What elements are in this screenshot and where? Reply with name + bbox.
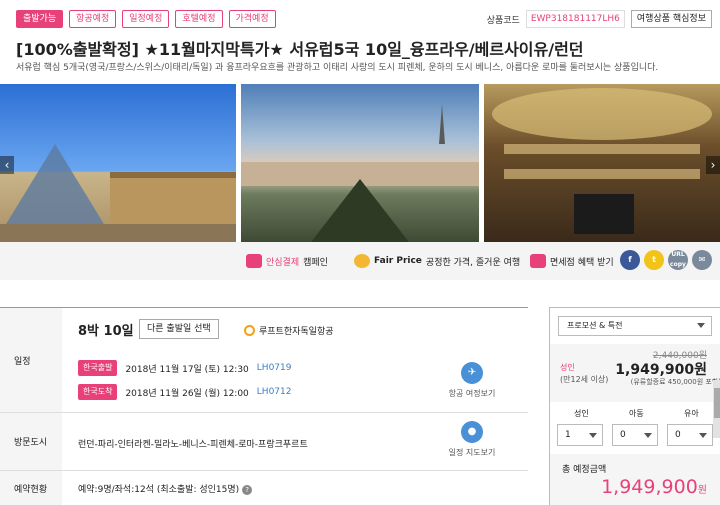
trust-badges: 안심결제 캠페인 Fair Price 공정한 가격, 즐거운 여행 면세점 혜… <box>0 242 720 280</box>
price-scrollbar[interactable] <box>713 380 720 438</box>
map-link[interactable]: ● 일정 지도보기 <box>440 421 504 458</box>
kakaostory-icon[interactable]: t <box>644 250 664 270</box>
tag-price: 가격예정 <box>228 10 276 28</box>
current-price: 1,949,900원 <box>615 362 707 378</box>
fuel-surcharge: (유류할증료 450,000원 포함) <box>630 378 720 386</box>
arrival-flight-code[interactable]: LH0712 <box>257 387 292 397</box>
share-icons: f t URL copy ✉ <box>620 250 712 270</box>
airline-logo-icon <box>244 325 255 336</box>
fair-price-desc: 공정한 가격, 즐거운 여행 <box>425 257 521 268</box>
price-box: 2,440,000원 성인 (만12세 이상) 1,949,900원 (유류할증… <box>550 344 720 438</box>
map-pin-icon: ● <box>461 421 483 443</box>
dutyfree-badge[interactable]: 면세점 혜택 받기 <box>530 254 614 268</box>
tag-hotel: 호텔예정 <box>175 10 223 28</box>
facebook-icon[interactable]: f <box>620 250 640 270</box>
cities-label: 방문도시 <box>0 413 62 470</box>
price-panel: 프로모션 & 특전 2,440,000원 성인 (만12세 이상) 1,949,… <box>549 307 720 505</box>
total-area: 총 예정금액 1,949,900원 <box>550 454 720 505</box>
arrival-datetime: 2018년 11월 26일 (월) 12:00 <box>125 388 249 399</box>
departure-flight-code[interactable]: LH0719 <box>257 363 292 373</box>
prev-photo-button[interactable]: ‹ <box>0 156 14 174</box>
tag-available: 출발가능 <box>16 10 64 28</box>
adult-count-label: 성인 <box>574 409 589 418</box>
url-copy-icon[interactable]: URL copy <box>668 250 688 270</box>
mall-illustration <box>492 88 712 234</box>
cities-list: 런던-파리-인터라켄-밀라노-베니스-피렌체-로마-프랑크푸르트 <box>78 440 308 450</box>
booking-status: 예약:9명/좌석:12석 (최소출발: 성인15명)? <box>78 482 253 495</box>
photo-paris-view[interactable] <box>241 84 479 242</box>
booking-label: 예약현황 <box>0 471 62 505</box>
adult-note: (만12세 이상) <box>560 375 609 384</box>
total-currency: 원 <box>697 485 707 496</box>
map-label: 일정 지도보기 <box>448 448 496 457</box>
product-info-button[interactable]: 여행상품 핵심정보 <box>630 10 712 28</box>
promo-select[interactable]: 프로모션 & 특전 <box>558 316 712 336</box>
paris-illustration <box>241 104 479 242</box>
fair-price-icon <box>354 254 370 268</box>
lock-icon <box>246 254 262 268</box>
product-code-area: 상품코드 EWP318181117LH6 여행상품 핵심정보 <box>487 10 712 28</box>
total-amount: 1,949,900원 <box>601 476 707 498</box>
page-subtitle: 서유럽 핵심 5개국(영국/프랑스/스위스/이태리/독일) 과 융프라우요흐를 … <box>16 63 659 73</box>
safe-pay-badge[interactable]: 안심결제 캠페인 <box>246 254 328 268</box>
product-code: EWP318181117LH6 <box>525 10 625 28</box>
departure-datetime: 2018년 11월 17일 (토) 12:30 <box>125 364 249 375</box>
total-value: 1,949,900 <box>601 476 698 498</box>
campaign-label: 캠페인 <box>303 257 328 268</box>
next-photo-button[interactable]: › <box>706 156 720 174</box>
fair-price-badge[interactable]: Fair Price 공정한 가격, 즐거운 여행 <box>354 254 520 268</box>
child-count-label: 아동 <box>629 409 644 418</box>
departure-badge: 한국출발 <box>78 360 118 376</box>
child-count-select[interactable]: 0 <box>612 424 658 446</box>
trip-duration: 8박 10일 <box>78 324 134 339</box>
airline-info: 루프트한자독일항공 <box>244 324 334 337</box>
schedule-label: 일정 <box>0 308 62 412</box>
airline-name: 루프트한자독일항공 <box>259 327 334 337</box>
adult-label: 성인 <box>560 363 575 372</box>
airplane-icon: ✈ <box>461 362 483 384</box>
product-code-label: 상품코드 <box>486 15 520 26</box>
dutyfree-label: 면세점 혜택 받기 <box>550 257 614 268</box>
flight-schedule-link[interactable]: ✈ 항공 여정보기 <box>440 362 504 399</box>
photo-louvre[interactable] <box>0 84 236 242</box>
scrollbar-thumb[interactable] <box>714 388 720 418</box>
adult-count-select[interactable]: 1 <box>557 424 603 446</box>
departure-flight: 한국출발 2018년 11월 17일 (토) 12:30 LH0719 <box>78 360 291 376</box>
schedule-row: 일정 8박 10일 다른 출발일 선택 루프트한자독일항공 한국출발 2018년… <box>0 308 528 413</box>
arrival-flight: 한국도착 2018년 11월 26일 (월) 12:00 LH0712 <box>78 384 291 400</box>
safe-pay-label: 안심결제 <box>266 257 300 268</box>
infant-count-label: 유아 <box>684 409 699 418</box>
booking-status-text: 예약:9명/좌석:12석 (최소출발: 성인15명) <box>78 485 240 495</box>
tag-schedule: 일정예정 <box>122 10 170 28</box>
help-icon[interactable]: ? <box>242 485 253 495</box>
trip-info: 일정 8박 10일 다른 출발일 선택 루프트한자독일항공 한국출발 2018년… <box>0 307 528 505</box>
photo-galeries-lafayette[interactable]: › <box>484 84 720 242</box>
cities-row: 방문도시 런던-파리-인터라켄-밀라노-베니스-피렌체-로마-프랑크푸르트 ● … <box>0 413 528 471</box>
arrival-badge: 한국도착 <box>78 384 118 400</box>
email-icon[interactable]: ✉ <box>692 250 712 270</box>
photo-gallery: › ‹ <box>0 84 720 242</box>
booking-row: 예약현황 예약:9명/좌석:12석 (최소출발: 성인15명)? <box>0 471 528 505</box>
total-label: 총 예정금액 <box>562 465 607 475</box>
flight-schedule-label: 항공 여정보기 <box>448 389 496 398</box>
louvre-illustration <box>0 144 236 242</box>
infant-count-select[interactable]: 0 <box>667 424 713 446</box>
dutyfree-icon <box>530 254 546 268</box>
status-tags: 출발가능 항공예정 일정예정 호텔예정 가격예정 <box>16 10 276 28</box>
fair-price-label: Fair Price <box>374 256 422 266</box>
other-date-button[interactable]: 다른 출발일 선택 <box>139 319 219 339</box>
tag-flight: 항공예정 <box>69 10 117 28</box>
page-title: [100%출발확정] ★11월마지막특가★ 서유럽5국 10일_융프라우/베르사… <box>16 40 584 59</box>
